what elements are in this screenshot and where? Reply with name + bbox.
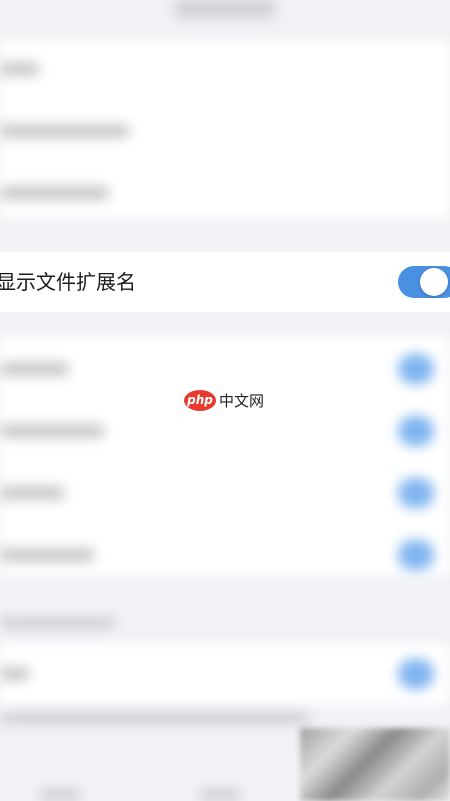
show-file-extension-toggle[interactable] xyxy=(398,266,450,298)
blurred-section-label xyxy=(0,617,115,629)
blurred-row-7[interactable] xyxy=(0,548,95,562)
toggle-knob xyxy=(420,268,448,296)
blurred-toggle-2[interactable] xyxy=(398,416,434,446)
blurred-toggle-1[interactable] xyxy=(398,354,434,384)
blurred-bottom-2 xyxy=(200,790,240,800)
settings-group-top xyxy=(0,40,450,218)
watermark-text: 中文网 xyxy=(219,392,265,410)
blurred-bottom-1 xyxy=(40,790,80,800)
blurred-toggle-5[interactable] xyxy=(398,659,434,689)
show-file-extension-row[interactable]: 显示文件扩展名 xyxy=(0,252,450,312)
settings-group-bottom xyxy=(0,643,450,705)
watermark-php-badge: php xyxy=(184,390,216,411)
blurred-footer-caption xyxy=(0,712,310,724)
blurred-row-6[interactable] xyxy=(0,486,65,500)
blurred-row-5[interactable] xyxy=(0,424,105,438)
blurred-toggle-4[interactable] xyxy=(398,540,434,570)
blurred-row-1[interactable] xyxy=(0,62,40,76)
blurred-row-4[interactable] xyxy=(0,362,70,376)
show-file-extension-label: 显示文件扩展名 xyxy=(0,270,136,294)
watermark-logo: php 中文网 xyxy=(184,389,268,413)
blurred-row-2[interactable] xyxy=(0,124,130,138)
blurred-toggle-3[interactable] xyxy=(398,478,434,508)
blurred-image-patch xyxy=(300,728,450,801)
blurred-row-3[interactable] xyxy=(0,186,110,200)
settings-screen: 显示文件扩展名 php 中文网 xyxy=(0,0,450,801)
settings-group-toggles xyxy=(0,336,450,576)
blurred-row-8[interactable] xyxy=(0,667,30,681)
nav-title-placeholder xyxy=(175,0,275,18)
